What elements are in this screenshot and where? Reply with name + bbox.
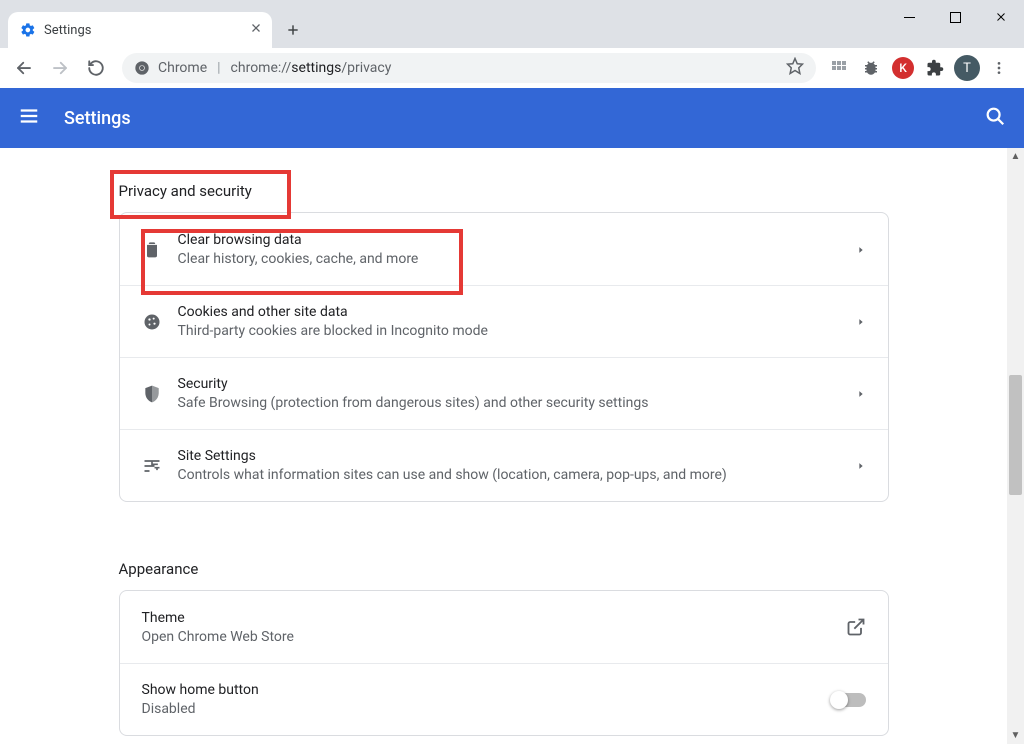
- row-clear-browsing-data[interactable]: Clear browsing data Clear history, cooki…: [120, 213, 888, 285]
- window-controls: [886, 0, 1024, 34]
- row-title: Theme: [142, 610, 846, 626]
- row-site-settings[interactable]: Site Settings Controls what information …: [120, 429, 888, 501]
- row-sub: Third-party cookies are blocked in Incog…: [178, 323, 856, 339]
- browser-tab[interactable]: Settings: [8, 12, 272, 48]
- back-button[interactable]: [8, 52, 40, 84]
- chevron-right-icon: [856, 240, 866, 259]
- settings-content: Privacy and security Clear browsing data…: [0, 148, 1024, 744]
- url: chrome://settings/privacy: [231, 60, 392, 76]
- settings-header: Settings: [0, 88, 1024, 148]
- bookmark-star-icon[interactable]: [786, 57, 804, 79]
- chevron-right-icon: [856, 456, 866, 475]
- new-tab-button[interactable]: [286, 12, 300, 48]
- row-cookies[interactable]: Cookies and other site data Third-party …: [120, 285, 888, 357]
- chevron-right-icon: [856, 312, 866, 331]
- omnibox-divider: |: [217, 60, 220, 76]
- close-icon[interactable]: [250, 22, 262, 38]
- chip-label: Chrome: [158, 60, 207, 76]
- extensions-puzzle-icon[interactable]: [922, 55, 948, 81]
- row-sub: Open Chrome Web Store: [142, 629, 846, 645]
- extension-grid-icon[interactable]: [826, 55, 852, 81]
- row-sub: Disabled: [142, 701, 832, 717]
- extension-k-badge[interactable]: K: [890, 55, 916, 81]
- row-title: Clear browsing data: [178, 232, 856, 248]
- gear-icon: [20, 22, 36, 38]
- menu-kebab-icon[interactable]: [986, 55, 1012, 81]
- chrome-icon: [134, 60, 150, 76]
- row-security[interactable]: Security Safe Browsing (protection from …: [120, 357, 888, 429]
- toggle-off[interactable]: [832, 693, 866, 707]
- tune-icon: [142, 456, 178, 476]
- window-maximize-button[interactable]: [932, 0, 978, 34]
- forward-button[interactable]: [44, 52, 76, 84]
- chevron-right-icon: [856, 384, 866, 403]
- row-theme[interactable]: Theme Open Chrome Web Store: [120, 591, 888, 663]
- trash-icon: [142, 239, 178, 259]
- site-info-chip[interactable]: Chrome: [134, 60, 207, 76]
- scroll-up-icon[interactable]: ▲: [1007, 148, 1024, 165]
- hamburger-icon[interactable]: [18, 105, 40, 131]
- profile-avatar[interactable]: T: [954, 55, 980, 81]
- vertical-scrollbar[interactable]: ▲ ▼: [1007, 148, 1024, 744]
- row-home-button[interactable]: Show home button Disabled: [120, 663, 888, 735]
- row-title: Site Settings: [178, 448, 856, 464]
- row-sub: Controls what information sites can use …: [178, 467, 856, 483]
- tab-title: Settings: [44, 23, 91, 38]
- toolbar: Chrome | chrome://settings/privacy K T: [0, 48, 1024, 88]
- section-title-appearance: Appearance: [119, 548, 889, 590]
- settings-header-title: Settings: [64, 108, 131, 129]
- search-icon[interactable]: [984, 105, 1006, 131]
- scrollbar-thumb[interactable]: [1009, 375, 1022, 495]
- row-sub: Clear history, cookies, cache, and more: [178, 251, 856, 267]
- appearance-card: Theme Open Chrome Web Store Show home bu…: [119, 590, 889, 736]
- cookie-icon: [142, 312, 178, 332]
- window-titlebar: Settings: [0, 0, 1024, 48]
- section-title-privacy: Privacy and security: [119, 170, 889, 212]
- open-external-icon: [846, 617, 866, 637]
- window-close-button[interactable]: [978, 0, 1024, 34]
- shield-icon: [142, 384, 178, 404]
- row-title: Cookies and other site data: [178, 304, 856, 320]
- row-sub: Safe Browsing (protection from dangerous…: [178, 395, 856, 411]
- reload-button[interactable]: [80, 52, 112, 84]
- extension-bug-icon[interactable]: [858, 55, 884, 81]
- row-title: Security: [178, 376, 856, 392]
- address-bar[interactable]: Chrome | chrome://settings/privacy: [122, 53, 816, 83]
- scroll-down-icon[interactable]: ▼: [1007, 727, 1024, 744]
- privacy-card: Clear browsing data Clear history, cooki…: [119, 212, 889, 502]
- row-title: Show home button: [142, 682, 832, 698]
- window-minimize-button[interactable]: [886, 0, 932, 34]
